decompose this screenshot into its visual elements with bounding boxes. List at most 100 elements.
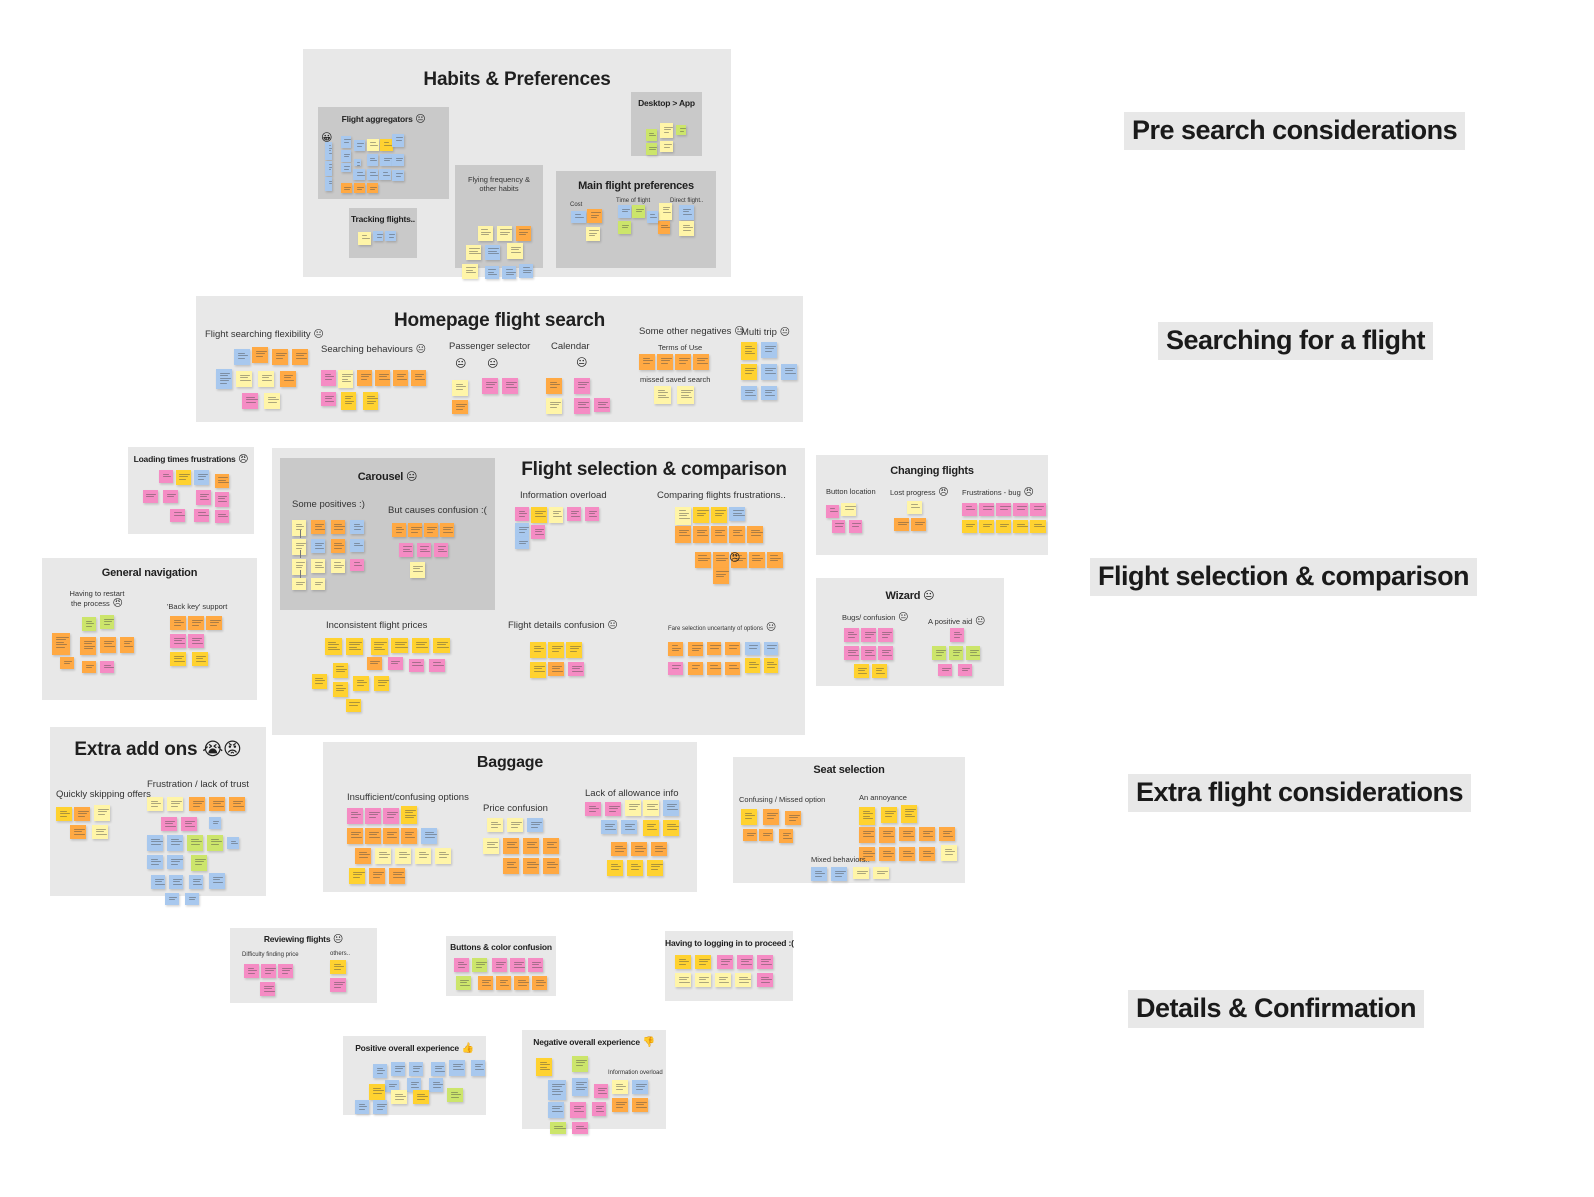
sticky-note[interactable] [548,662,564,676]
sticky-note[interactable] [605,802,621,816]
sticky-note[interactable] [194,470,210,485]
sticky-note[interactable] [675,526,692,543]
sticky-note[interactable] [844,628,859,642]
sticky-note[interactable] [729,526,746,543]
sticky-note[interactable] [878,646,893,660]
sticky-note[interactable] [632,1080,648,1094]
sticky-note[interactable] [962,502,978,517]
sticky-note[interactable] [350,539,365,552]
sticky-note[interactable] [120,637,134,653]
sticky-note[interactable] [574,378,590,394]
sticky-note[interactable] [355,1100,369,1114]
sticky-note[interactable] [92,825,108,839]
sticky-note[interactable] [654,386,671,404]
sticky-note[interactable] [932,646,946,660]
sticky-note[interactable] [332,681,348,697]
sticky-note[interactable] [435,848,451,864]
sticky-note[interactable] [412,638,430,654]
sticky-note[interactable] [594,1084,608,1098]
sticky-note[interactable] [745,658,760,673]
sticky-note[interactable] [380,138,393,152]
sticky-note[interactable] [585,802,601,816]
sticky-note[interactable] [861,646,876,660]
sticky-note[interactable] [452,400,468,414]
sticky-note[interactable] [194,508,210,522]
sticky-note[interactable] [187,835,203,851]
sticky-note[interactable] [643,800,659,816]
sticky-note[interactable] [209,817,221,829]
sticky-note[interactable] [214,510,230,524]
sticky-note[interactable] [462,263,478,280]
sticky-note[interactable] [549,507,563,523]
sticky-note[interactable] [161,817,177,831]
sticky-note[interactable] [347,828,363,844]
sticky-note[interactable] [345,698,361,713]
sticky-note[interactable] [407,523,422,538]
sticky-note[interactable] [779,829,793,843]
sticky-note[interactable] [543,858,559,874]
sticky-note[interactable] [966,646,980,660]
sticky-note[interactable] [373,1064,387,1078]
sticky-note[interactable] [741,342,757,360]
sticky-note[interactable] [482,378,498,394]
sticky-note[interactable] [353,183,366,193]
sticky-note[interactable] [167,797,183,811]
sticky-note[interactable] [242,393,258,409]
sticky-note[interactable] [1013,520,1029,534]
sticky-note[interactable] [449,1060,465,1076]
sticky-note[interactable] [996,520,1012,534]
sticky-note[interactable] [962,520,978,534]
sticky-note[interactable] [392,523,407,538]
sticky-note[interactable] [227,837,239,849]
sticky-note[interactable] [185,893,199,905]
sticky-note[interactable] [515,537,529,549]
sticky-note[interactable] [74,807,90,821]
sticky-note[interactable] [80,637,96,655]
sticky-note[interactable] [639,354,655,370]
sticky-note[interactable] [611,842,627,856]
sticky-note[interactable] [737,955,753,969]
sticky-note[interactable] [660,123,674,138]
sticky-note[interactable] [621,820,637,834]
sticky-note[interactable] [416,542,431,557]
sticky-note[interactable] [712,567,729,584]
sticky-note[interactable] [170,508,186,522]
sticky-note[interactable] [693,354,709,370]
sticky-note[interactable] [234,349,250,365]
sticky-note[interactable] [938,664,952,676]
sticky-note[interactable] [325,160,333,177]
sticky-note[interactable] [515,507,529,521]
sticky-note[interactable] [679,205,694,220]
sticky-note[interactable] [859,827,875,843]
sticky-note[interactable] [523,838,539,854]
sticky-note[interactable] [484,265,499,280]
sticky-note[interactable] [330,520,345,535]
sticky-note[interactable] [311,578,326,591]
sticky-note[interactable] [340,183,353,193]
sticky-note[interactable] [711,506,728,523]
sticky-note[interactable] [645,129,658,141]
sticky-note[interactable] [434,542,449,557]
sticky-note[interactable] [743,829,757,841]
sticky-note[interactable] [353,676,369,692]
sticky-note[interactable] [409,562,426,578]
sticky-note[interactable] [761,386,777,400]
sticky-note[interactable] [668,661,683,675]
sticky-note[interactable] [389,868,405,884]
sticky-note[interactable] [519,263,533,278]
sticky-note[interactable] [100,615,114,629]
sticky-note[interactable] [258,371,274,387]
sticky-note[interactable] [483,838,499,854]
sticky-note[interactable] [365,808,381,824]
sticky-note[interactable] [330,558,345,573]
sticky-note[interactable] [941,845,957,861]
sticky-note[interactable] [725,641,740,655]
sticky-note[interactable] [341,392,356,410]
sticky-note[interactable] [503,858,519,874]
sticky-note[interactable] [548,1080,566,1100]
sticky-note[interactable] [229,797,245,811]
sticky-note[interactable] [188,634,204,648]
sticky-note[interactable] [831,867,847,881]
sticky-note[interactable] [252,347,268,363]
sticky-note[interactable] [894,518,910,532]
